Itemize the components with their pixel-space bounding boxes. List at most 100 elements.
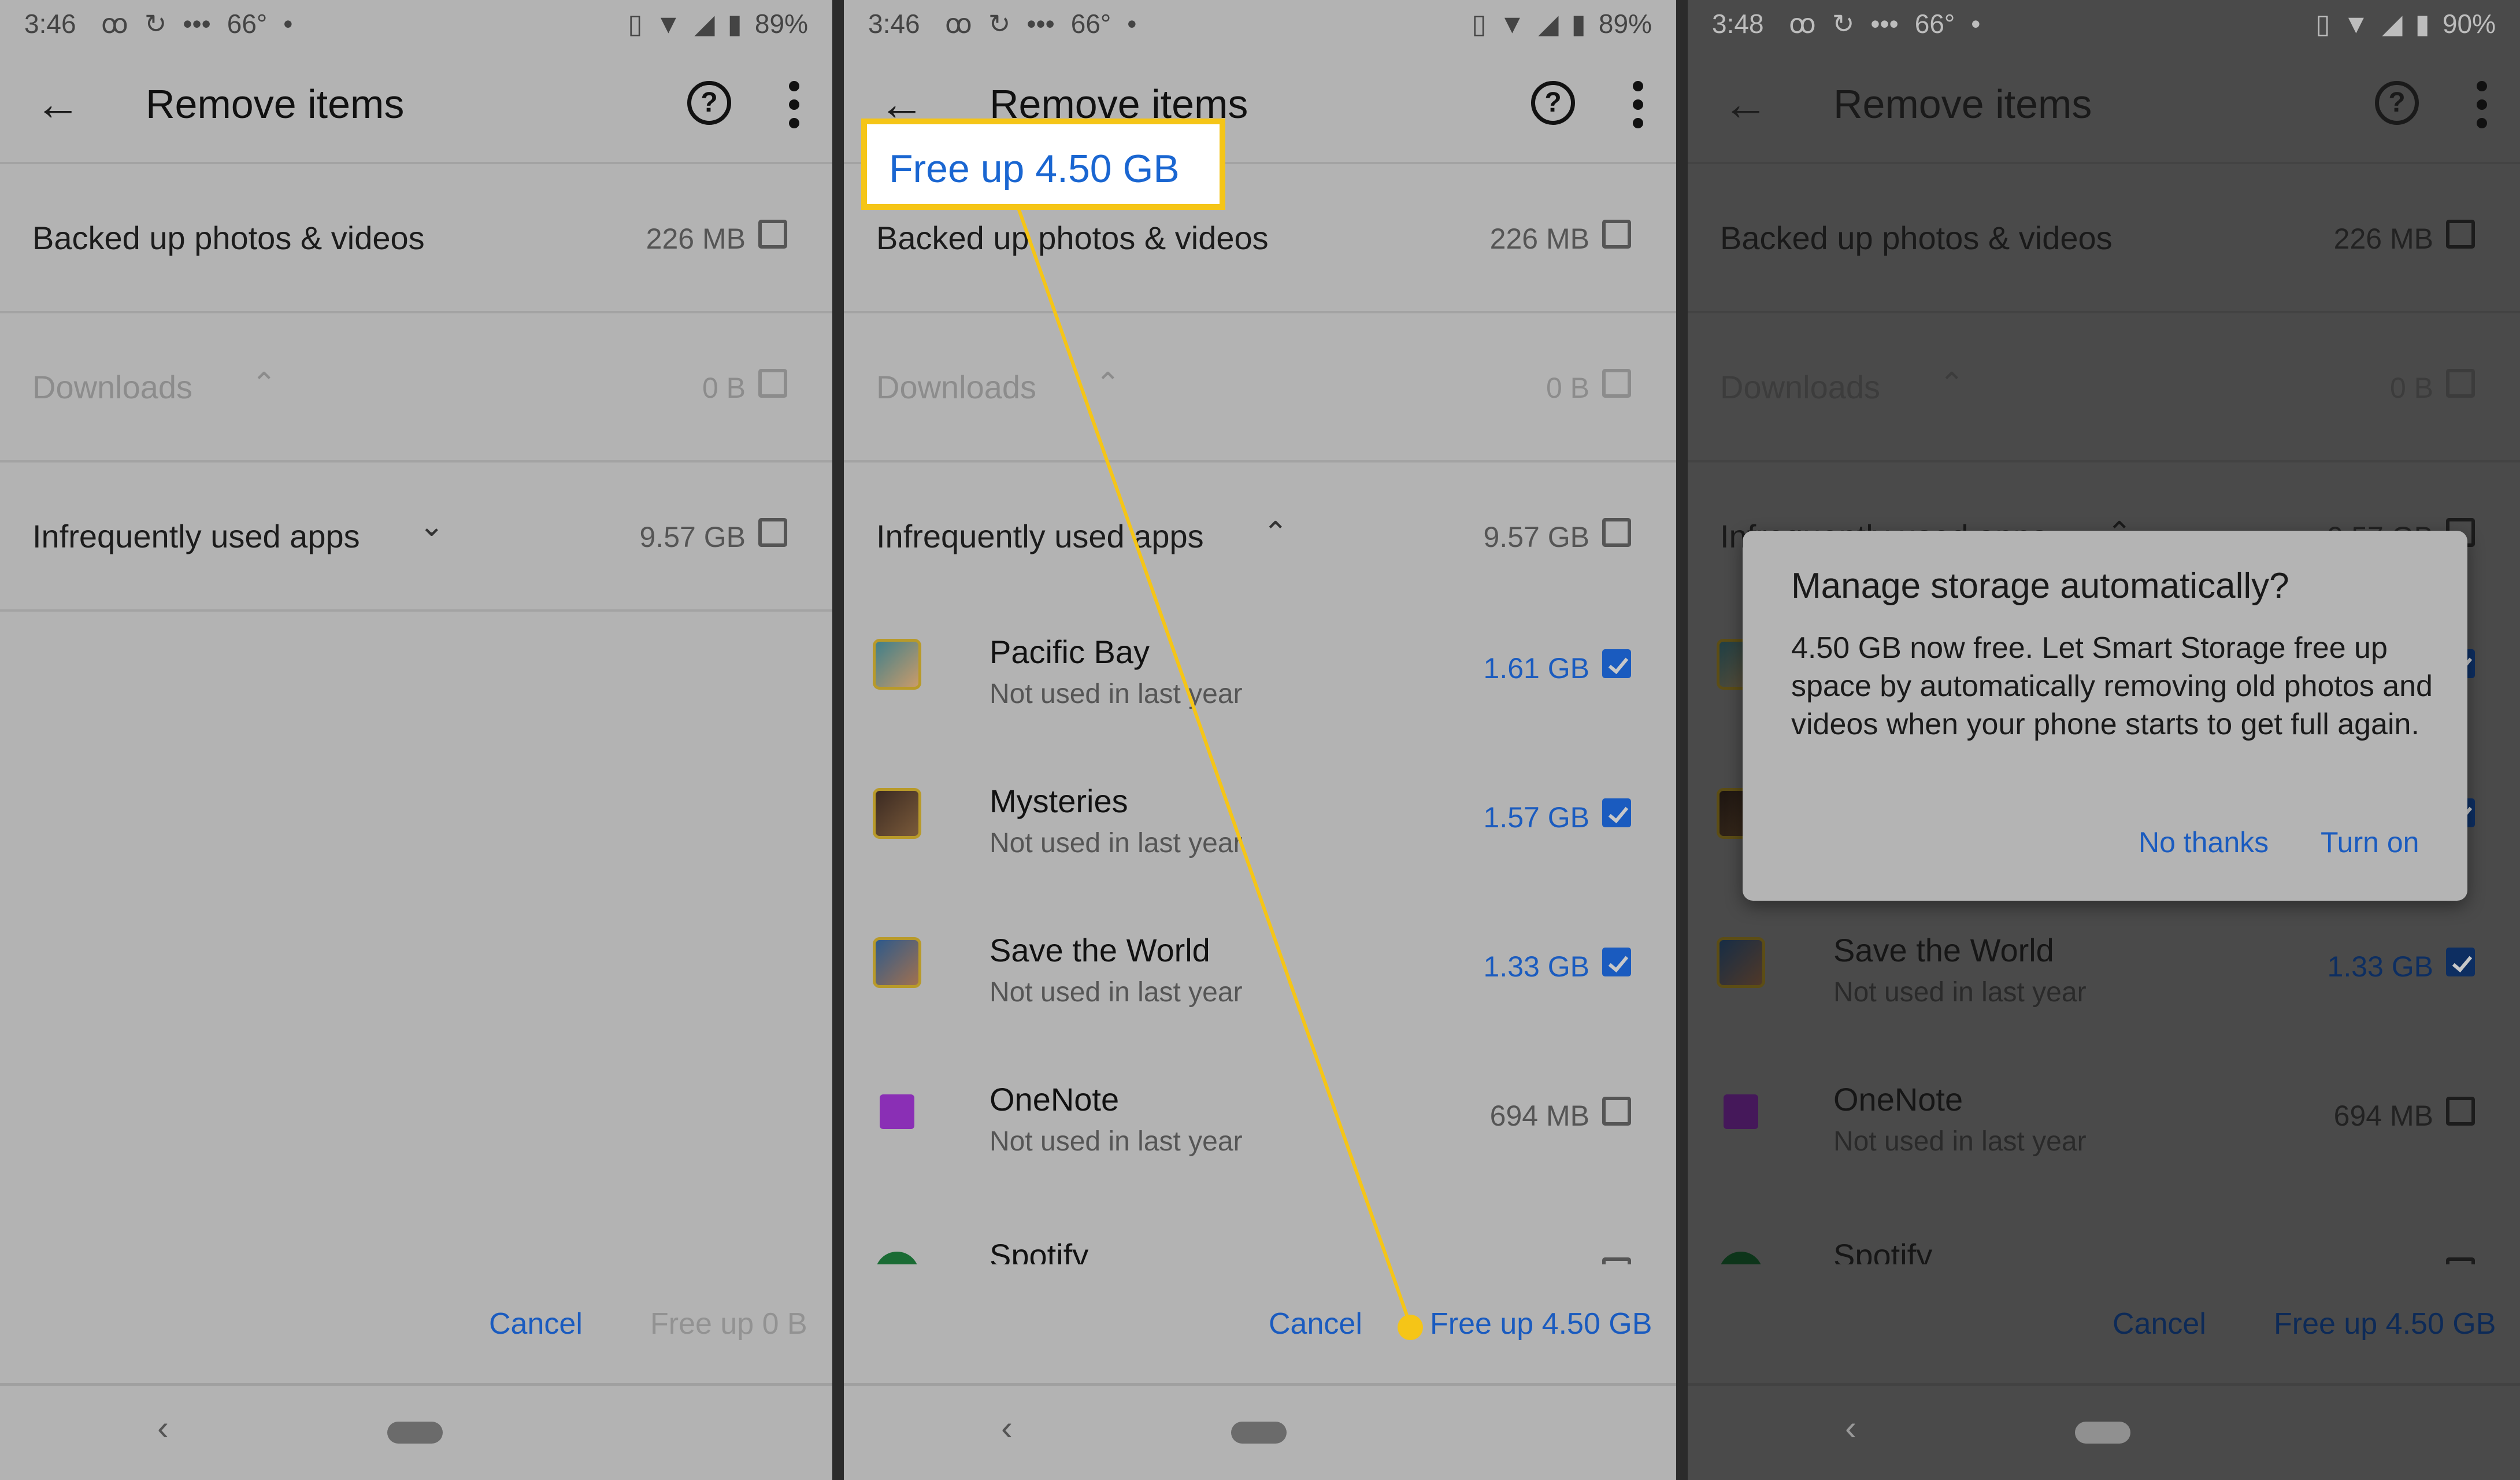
- mysteries-app-icon: [873, 788, 921, 839]
- app-size: 1.33 GB: [2327, 950, 2433, 983]
- nav-back-icon[interactable]: ‹: [157, 1408, 169, 1448]
- row-label: Downloads: [876, 369, 1037, 405]
- app-row-save-the-world[interactable]: Save the World Not used in last year 1.3…: [844, 902, 1676, 1052]
- spotify-app-icon: [875, 1252, 919, 1264]
- app-name: Pacific Bay: [990, 634, 1150, 670]
- back-arrow-icon[interactable]: ←: [35, 81, 81, 127]
- cancel-button[interactable]: Cancel: [2113, 1307, 2206, 1341]
- app-subtitle: Not used in last year: [990, 679, 1243, 709]
- chevron-up-icon[interactable]: ⌃: [1263, 516, 1288, 550]
- help-icon[interactable]: ?: [1531, 81, 1575, 125]
- voicemail-icon: ꝏ: [945, 9, 972, 39]
- wifi-icon: ▼: [1499, 9, 1526, 39]
- app-name: Spotify: [990, 1237, 1089, 1264]
- app-name: Save the World: [1833, 932, 2054, 968]
- row-size: 0 B: [2389, 372, 2433, 404]
- app-row-pacific-bay[interactable]: Pacific Bay Not used in last year 1.61 G…: [844, 604, 1676, 753]
- phone-screen-1: 3:46 ꝏ ↻ ••• 66° • ▯ ▼ ◢ ▮ 89% ← Remove …: [0, 0, 832, 1480]
- app-name: OneNote: [1833, 1081, 1963, 1118]
- battery-percent: 89%: [754, 9, 808, 39]
- battery-percent: 89%: [1598, 9, 1652, 39]
- app-row-onenote[interactable]: OneNote Not used in last year 694 MB: [844, 1052, 1676, 1201]
- spotify-app-icon: [1719, 1252, 1763, 1264]
- category-row-backed-up[interactable]: Backed up photos & videos 226 MB: [0, 164, 832, 313]
- category-row-backed-up[interactable]: Backed up photos & videos 226 MB: [1688, 164, 2520, 313]
- checkbox[interactable]: [2446, 369, 2475, 398]
- more-options-icon[interactable]: [1633, 81, 1644, 136]
- checkbox[interactable]: [1602, 220, 1631, 249]
- dialog-title: Manage storage automatically?: [1791, 566, 2289, 606]
- free-up-button[interactable]: Free up 0 B: [650, 1307, 807, 1341]
- nav-home-pill[interactable]: [1231, 1422, 1287, 1444]
- row-size: 226 MB: [2333, 223, 2433, 255]
- more-options-icon[interactable]: [2477, 81, 2488, 136]
- system-nav-bar: ‹: [844, 1383, 1676, 1480]
- sync-icon: ↻: [988, 9, 1011, 39]
- status-time: 3:46: [868, 9, 920, 39]
- callout-text: Free up 4.50 GB: [889, 147, 1180, 191]
- checkbox[interactable]: [2446, 1257, 2475, 1264]
- more-options-icon[interactable]: [789, 81, 801, 136]
- turn-on-button[interactable]: Turn on: [2321, 826, 2419, 859]
- checkbox[interactable]: [1602, 1257, 1631, 1264]
- nav-home-pill[interactable]: [387, 1422, 443, 1444]
- app-row-save-the-world[interactable]: Save the World Not used in last year 1.3…: [1688, 902, 2520, 1052]
- checkbox-checked[interactable]: [2446, 948, 2475, 976]
- row-label: Backed up photos & videos: [876, 220, 1269, 256]
- help-icon[interactable]: ?: [2375, 81, 2419, 125]
- free-up-button[interactable]: Free up 4.50 GB: [1430, 1307, 1652, 1341]
- wifi-icon: ▼: [2343, 9, 2370, 39]
- checkbox[interactable]: [758, 518, 787, 547]
- checkbox[interactable]: [1602, 518, 1631, 547]
- category-row-downloads[interactable]: Downloads ⌃ 0 B: [1688, 313, 2520, 462]
- app-row-onenote[interactable]: OneNote Not used in last year 694 MB: [1688, 1052, 2520, 1201]
- page-title: Remove items: [1833, 82, 2092, 127]
- category-row-infrequent-apps[interactable]: Infrequently used apps ⌃ 9.57 GB: [844, 462, 1676, 609]
- app-row-spotify[interactable]: Spotify: [1688, 1201, 2520, 1264]
- chevron-down-icon[interactable]: ⌄: [419, 509, 444, 543]
- nav-back-icon[interactable]: ‹: [1845, 1408, 1856, 1448]
- voicemail-icon: ꝏ: [1789, 9, 1816, 39]
- category-row-downloads[interactable]: Downloads ⌃ 0 B: [0, 313, 832, 462]
- nav-home-pill[interactable]: [2075, 1422, 2130, 1444]
- checkbox[interactable]: [2446, 220, 2475, 249]
- checkbox[interactable]: [2446, 1097, 2475, 1126]
- signal-dots-icon: •••: [183, 9, 211, 39]
- app-subtitle: Not used in last year: [1833, 977, 2087, 1008]
- cancel-button[interactable]: Cancel: [1269, 1307, 1362, 1341]
- checkbox-checked[interactable]: [1602, 798, 1631, 827]
- checkbox[interactable]: [758, 369, 787, 398]
- sync-icon: ↻: [144, 9, 167, 39]
- category-row-downloads[interactable]: Downloads ⌃ 0 B: [844, 313, 1676, 462]
- checkbox-checked[interactable]: [1602, 649, 1631, 678]
- nav-back-icon[interactable]: ‹: [1001, 1408, 1013, 1448]
- status-time: 3:46: [24, 9, 76, 39]
- checkbox-checked[interactable]: [1602, 948, 1631, 976]
- app-subtitle: Not used in last year: [1833, 1126, 2087, 1157]
- back-arrow-icon[interactable]: ←: [1722, 81, 1769, 127]
- app-row-mysteries[interactable]: Mysteries Not used in last year 1.57 GB: [844, 753, 1676, 902]
- chevron-up-icon[interactable]: ⌃: [251, 367, 277, 401]
- checkbox[interactable]: [1602, 1097, 1631, 1126]
- app-row-spotify[interactable]: Spotify: [844, 1201, 1676, 1264]
- help-icon[interactable]: ?: [687, 81, 731, 125]
- page-title: Remove items: [146, 82, 405, 127]
- row-label: Downloads: [32, 369, 193, 405]
- app-size: 694 MB: [1489, 1100, 1589, 1132]
- checkbox[interactable]: [1602, 369, 1631, 398]
- checkbox[interactable]: [758, 220, 787, 249]
- sync-icon: ↻: [1832, 9, 1855, 39]
- vibrate-icon: ▯: [2315, 9, 2330, 39]
- vibrate-icon: ▯: [628, 9, 643, 39]
- no-thanks-button[interactable]: No thanks: [2139, 826, 2269, 859]
- chevron-up-icon[interactable]: ⌃: [1939, 367, 1965, 401]
- app-name: Save the World: [990, 932, 1210, 968]
- cancel-button[interactable]: Cancel: [489, 1307, 583, 1341]
- category-row-infrequent-apps[interactable]: Infrequently used apps ⌄ 9.57 GB: [0, 462, 832, 612]
- battery-icon: ▮: [727, 9, 742, 39]
- free-up-button[interactable]: Free up 4.50 GB: [2274, 1307, 2496, 1341]
- row-label: Downloads: [1720, 369, 1881, 405]
- voicemail-icon: ꝏ: [101, 9, 128, 39]
- app-size: 1.33 GB: [1483, 950, 1589, 983]
- chevron-up-icon[interactable]: ⌃: [1095, 367, 1121, 401]
